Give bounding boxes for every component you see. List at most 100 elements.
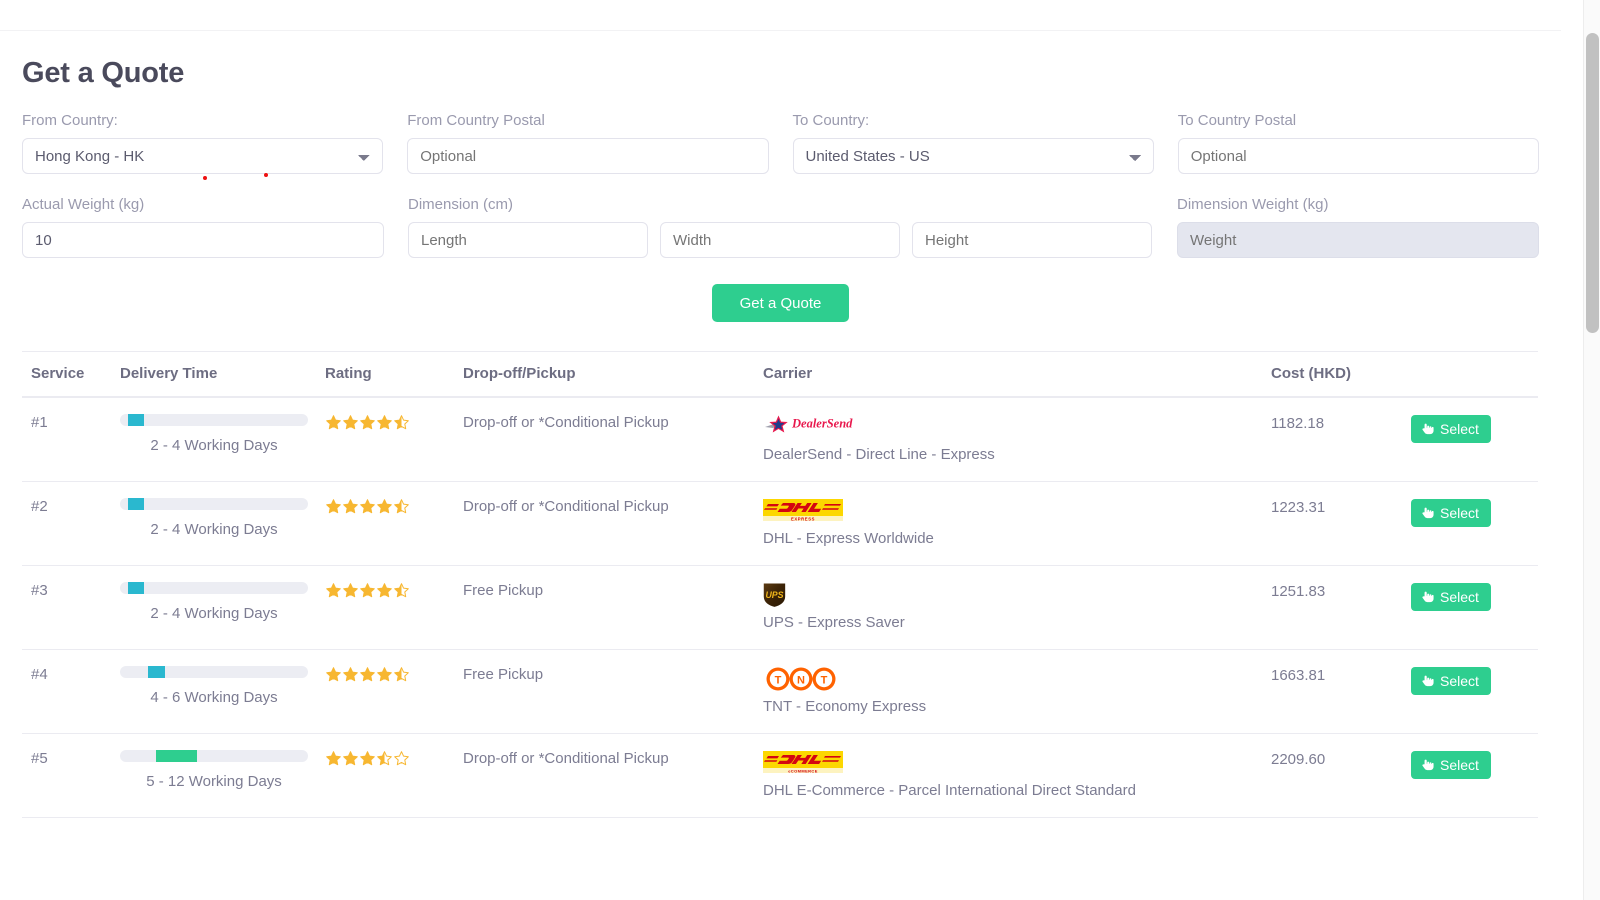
delivery-progress-bar	[120, 750, 308, 762]
hand-pointer-icon	[1420, 506, 1434, 520]
delivery-progress-fill	[127, 414, 145, 426]
vertical-scrollbar[interactable]	[1583, 0, 1600, 900]
cell-carrier: eCOMMERCE DHL E-Commerce - Parcel Intern…	[763, 733, 1271, 818]
cost-value: 1251.83	[1271, 583, 1326, 600]
hand-pointer-icon	[1420, 758, 1434, 772]
get-quote-button[interactable]: Get a Quote	[711, 284, 850, 322]
dimension-width-input[interactable]	[660, 222, 900, 258]
header-carrier: Carrier	[763, 351, 1271, 398]
select-button[interactable]: Select	[1411, 751, 1491, 779]
delivery-time-label: 4 - 6 Working Days	[150, 689, 278, 706]
submit-row: Get a Quote	[22, 284, 1539, 322]
service-rank: #4	[31, 666, 48, 683]
select-button-label: Select	[1440, 421, 1479, 437]
select-button[interactable]: Select	[1411, 667, 1491, 695]
header-service: Service	[22, 351, 120, 398]
service-rank: #1	[31, 414, 48, 431]
dimension-length-input[interactable]	[408, 222, 648, 258]
delivery-progress-fill	[148, 666, 166, 678]
select-button-label: Select	[1440, 673, 1479, 689]
delivery-progress-fill	[155, 750, 198, 762]
cell-service: #1	[22, 397, 120, 482]
cost-value: 1663.81	[1271, 667, 1326, 684]
cost-value: 2209.60	[1271, 751, 1326, 768]
to-country-label: To Country:	[792, 112, 870, 129]
cell-cost: 1223.31	[1271, 481, 1411, 566]
cell-dropoff: Drop-off or *Conditional Pickup	[463, 397, 763, 482]
cell-dropoff: Free Pickup	[463, 565, 763, 650]
rating-stars	[325, 750, 463, 767]
header-delivery-time: Delivery Time	[120, 351, 325, 398]
hand-pointer-icon	[1420, 590, 1434, 604]
cell-service: #3	[22, 565, 120, 650]
dhl-express-logo: EXPRESS	[763, 498, 1271, 530]
hand-pointer-icon	[1420, 422, 1434, 436]
quote-results-table: Service Delivery Time Rating Drop-off/Pi…	[22, 351, 1538, 818]
field-dimension: Dimension (cm)	[408, 196, 1153, 258]
cell-cost: 1663.81	[1271, 649, 1411, 734]
dropoff-label: Free Pickup	[463, 582, 544, 599]
carrier-name: DHL - Express Worldwide	[763, 530, 934, 547]
dropoff-label: Drop-off or *Conditional Pickup	[463, 750, 669, 767]
cell-delivery-time: 2 - 4 Working Days	[120, 481, 325, 566]
carrier-name: TNT - Economy Express	[763, 698, 927, 715]
select-button[interactable]: Select	[1411, 415, 1491, 443]
cell-service: #5	[22, 733, 120, 818]
rating-stars	[325, 582, 463, 599]
field-from-postal: From Country Postal	[407, 112, 769, 174]
from-postal-input[interactable]	[407, 138, 769, 174]
dhl-ecommerce-logo: eCOMMERCE	[763, 750, 1271, 782]
dimension-weight-input	[1177, 222, 1539, 258]
scrollbar-thumb[interactable]	[1586, 33, 1599, 333]
delivery-progress-fill	[127, 498, 145, 510]
cell-carrier: T N T TNT - Economy Express	[763, 649, 1271, 734]
field-actual-weight: Actual Weight (kg)	[22, 173, 384, 258]
delivery-progress-bar	[120, 414, 308, 426]
from-country-select[interactable]: Hong Kong - HK	[22, 138, 384, 174]
select-button[interactable]: Select	[1411, 583, 1491, 611]
delivery-time-label: 2 - 4 Working Days	[150, 437, 278, 454]
cell-action: Select	[1411, 565, 1538, 650]
top-bar	[0, 0, 1561, 31]
to-postal-input[interactable]	[1177, 138, 1539, 174]
dimension-label: Dimension (cm)	[408, 196, 514, 213]
delivery-time-label: 2 - 4 Working Days	[150, 605, 278, 622]
table-row: #1 2 - 4 Working Days Drop-off or *Condi…	[22, 397, 1538, 482]
cell-cost: 1251.83	[1271, 565, 1411, 650]
actual-weight-input[interactable]	[22, 222, 384, 258]
dropoff-label: Drop-off or *Conditional Pickup	[463, 498, 669, 515]
cell-action: Select	[1411, 481, 1538, 566]
validation-dot-actual-weight	[264, 173, 268, 177]
tnt-logo: T N T	[763, 666, 1271, 698]
table-row: #3 2 - 4 Working Days Free Pickup UPS UP…	[22, 565, 1538, 650]
svg-text:N: N	[797, 675, 805, 687]
header-dropoff: Drop-off/Pickup	[463, 351, 763, 398]
cell-delivery-time: 4 - 6 Working Days	[120, 649, 325, 734]
table-header-row: Service Delivery Time Rating Drop-off/Pi…	[22, 351, 1538, 398]
page-content: Get a Quote From Country: Hong Kong - HK…	[0, 31, 1561, 900]
cell-dropoff: Drop-off or *Conditional Pickup	[463, 481, 763, 566]
from-country-label: From Country:	[22, 112, 118, 129]
service-rank: #5	[31, 750, 48, 767]
service-rank: #3	[31, 582, 48, 599]
carrier-name: DealerSend - Direct Line - Express	[763, 446, 995, 463]
carrier-name: DHL E-Commerce - Parcel International Di…	[763, 782, 1136, 799]
dealersend-logo: DealerSend	[763, 414, 1271, 446]
svg-text:DealerSend: DealerSend	[791, 417, 853, 431]
field-from-country: From Country: Hong Kong - HK	[22, 112, 384, 180]
select-button-label: Select	[1440, 757, 1479, 773]
select-button-label: Select	[1440, 589, 1479, 605]
actual-weight-label: Actual Weight (kg)	[22, 196, 145, 213]
to-country-select[interactable]: United States - US	[792, 138, 1154, 174]
cost-value: 1223.31	[1271, 499, 1326, 516]
dimension-height-input[interactable]	[912, 222, 1152, 258]
select-button[interactable]: Select	[1411, 499, 1491, 527]
cell-carrier: EXPRESS DHL - Express Worldwide	[763, 481, 1271, 566]
from-postal-label: From Country Postal	[407, 112, 545, 129]
